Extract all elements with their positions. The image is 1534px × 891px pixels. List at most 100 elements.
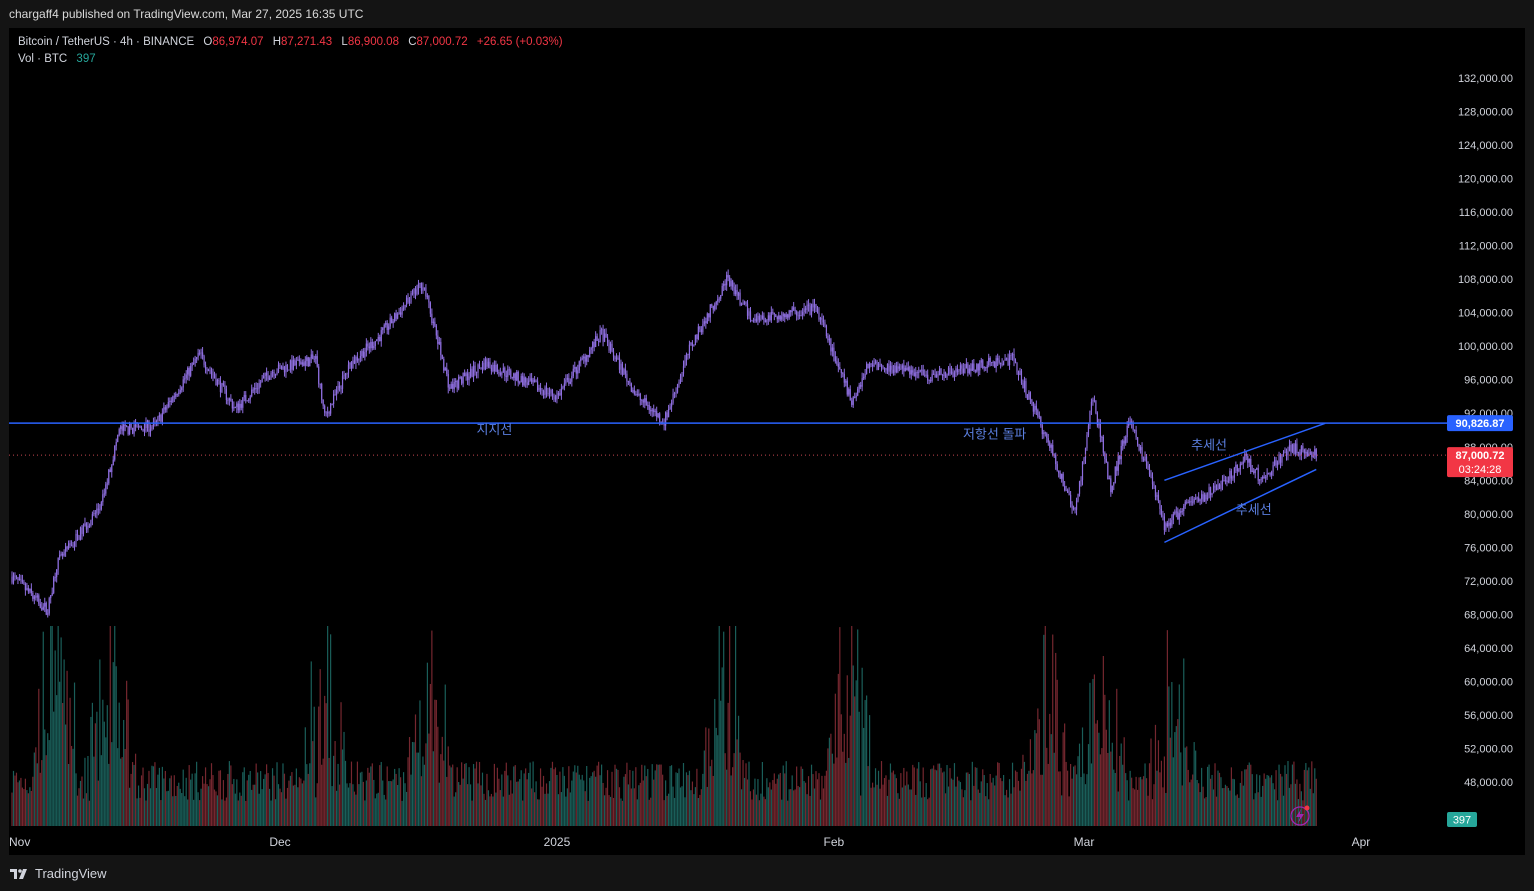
volume-bar [1061, 795, 1063, 826]
volume-bar [82, 798, 85, 826]
volume-bar [1223, 788, 1225, 826]
volume-bar [886, 795, 889, 826]
candle-body [276, 372, 278, 375]
symbol-label[interactable]: Bitcoin / TetherUS · 4h · BINANCE [18, 36, 194, 48]
volume-bar [359, 772, 361, 826]
candle-body [659, 413, 661, 422]
footer-brand[interactable]: TradingView [35, 866, 107, 881]
x-tick-label: Feb [824, 835, 845, 849]
candle-body [614, 356, 616, 360]
volume-bar [775, 783, 777, 826]
candle-body [672, 393, 674, 403]
volume-bar [740, 789, 743, 826]
volume-bar [207, 786, 210, 826]
volume-bar [56, 695, 58, 826]
volume-bar [149, 788, 152, 826]
candle-body [273, 372, 275, 376]
volume-bar [714, 698, 716, 826]
volume-bar [69, 697, 71, 826]
volume-bar [353, 791, 356, 826]
candle-body [234, 407, 236, 408]
volume-bar [365, 780, 367, 826]
volume-bar [1162, 787, 1164, 826]
volume-bar [146, 783, 149, 826]
notification-dot-icon [1304, 805, 1310, 811]
candle-body [624, 369, 627, 374]
candle-body [1306, 451, 1308, 457]
volume-bar [513, 766, 515, 826]
price-chart[interactable]: 132,000.00128,000.00124,000.00120,000.00… [9, 28, 1525, 855]
candle-body [401, 308, 403, 315]
candle-body [70, 544, 73, 547]
candle-body [764, 320, 766, 323]
candle-body [1031, 399, 1033, 402]
volume-bar [297, 787, 299, 826]
volume-bar [860, 795, 862, 826]
candle-body [1052, 444, 1054, 455]
y-tick-label: 132,000.00 [1458, 73, 1513, 85]
volume-bar [315, 797, 317, 826]
volume-bar [137, 785, 140, 826]
candle-body [268, 377, 271, 380]
candle-body [977, 364, 979, 371]
volume-bar [379, 765, 381, 826]
volume-bar [623, 776, 625, 826]
volume-bar [1260, 796, 1262, 826]
volume-bar [520, 770, 522, 826]
candle-body [687, 354, 689, 356]
candle-body [1211, 493, 1213, 496]
candle-body [784, 313, 786, 318]
candle-body [885, 368, 887, 371]
volume-bar [752, 789, 755, 826]
volume-bar [776, 778, 778, 826]
candle-body [428, 295, 430, 303]
candle-body [1142, 458, 1145, 461]
volume-bar [1022, 754, 1024, 826]
volume-bar [1116, 688, 1118, 826]
volume-bar [1315, 778, 1317, 826]
volume-bar [111, 742, 113, 826]
candle-body [797, 315, 799, 317]
candle-body [12, 575, 15, 583]
candle-body [807, 304, 810, 306]
volume-bar [757, 779, 759, 826]
candle-body [50, 595, 52, 599]
candle-body [484, 359, 487, 370]
volume-bar [836, 757, 838, 826]
candle-body [869, 363, 871, 369]
candle-body [57, 557, 59, 570]
volume-bar [112, 662, 114, 826]
candle-body [830, 338, 832, 352]
candle-body [595, 336, 597, 347]
candle-body [863, 377, 865, 379]
candle-body [1026, 394, 1029, 400]
volume-bar [1043, 634, 1045, 826]
candle-body [779, 315, 781, 320]
volume-bar [904, 785, 906, 826]
candle-body [495, 364, 497, 372]
candle-body [642, 400, 644, 403]
annotation-label: 추세선 [1236, 502, 1272, 517]
volume-bar [876, 784, 878, 826]
candle-body [359, 356, 361, 359]
candle-body [408, 302, 411, 303]
volume-label[interactable]: Vol · BTC [18, 53, 67, 65]
candle-body [213, 375, 216, 379]
candle-body [483, 362, 485, 370]
volume-bar [629, 769, 631, 826]
y-tick-label: 80,000.00 [1464, 509, 1513, 521]
candle-body [1084, 448, 1087, 459]
volume-bar [228, 761, 230, 826]
candle-body [681, 373, 683, 377]
candle-body [724, 283, 726, 286]
candle-body [297, 359, 299, 361]
candle-body [998, 360, 1000, 363]
close-key: C [408, 36, 417, 48]
candle-body [755, 318, 758, 322]
volume-bar [577, 765, 579, 826]
chart-area[interactable]: Bitcoin / TetherUS · 4h · BINANCE O86,97… [9, 28, 1525, 855]
volume-bar [75, 773, 77, 826]
candle-body [1114, 466, 1116, 483]
volume-bar [100, 755, 102, 826]
volume-bar [916, 768, 918, 826]
